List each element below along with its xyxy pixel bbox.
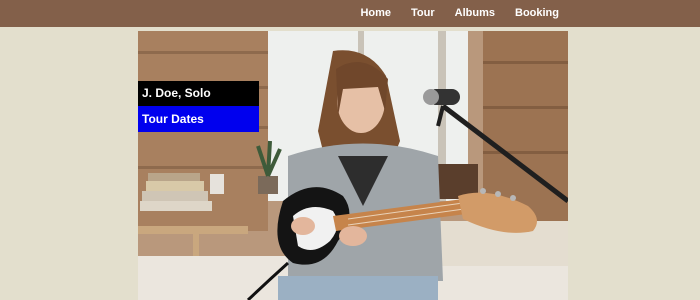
nav-link-tour[interactable]: Tour: [401, 0, 445, 27]
nav-link-albums[interactable]: Albums: [445, 0, 505, 27]
nav-menu: Home Tour Albums Booking: [350, 0, 700, 27]
guitarist-photo: [138, 31, 568, 300]
top-navbar: Home Tour Albums Booking: [0, 0, 700, 27]
tour-dates-link[interactable]: Tour Dates: [138, 106, 259, 132]
nav-link-booking[interactable]: Booking: [505, 0, 700, 27]
hero-image: [138, 31, 568, 300]
page-title: J. Doe, Solo Guitarist: [138, 81, 259, 125]
nav-link-home[interactable]: Home: [350, 0, 401, 27]
